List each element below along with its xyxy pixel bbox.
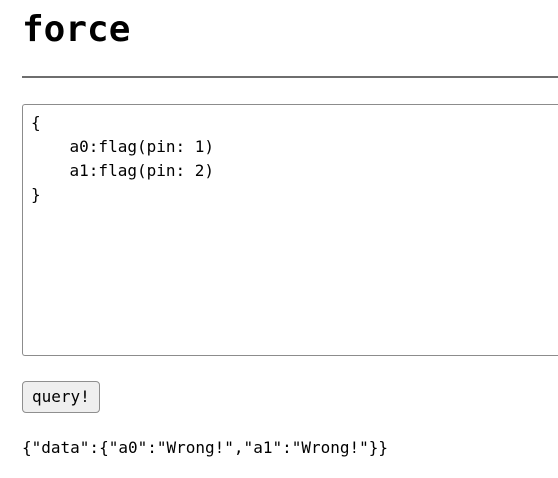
divider	[22, 76, 558, 78]
query-button[interactable]: query!	[22, 381, 100, 413]
page: force { a0:flag(pin: 1) a1:flag(pin: 2) …	[0, 0, 558, 478]
page-title: force	[22, 9, 131, 50]
query-editor[interactable]: { a0:flag(pin: 1) a1:flag(pin: 2) }	[22, 104, 558, 356]
response-output: {"data":{"a0":"Wrong!","a1":"Wrong!"}}	[22, 438, 389, 457]
